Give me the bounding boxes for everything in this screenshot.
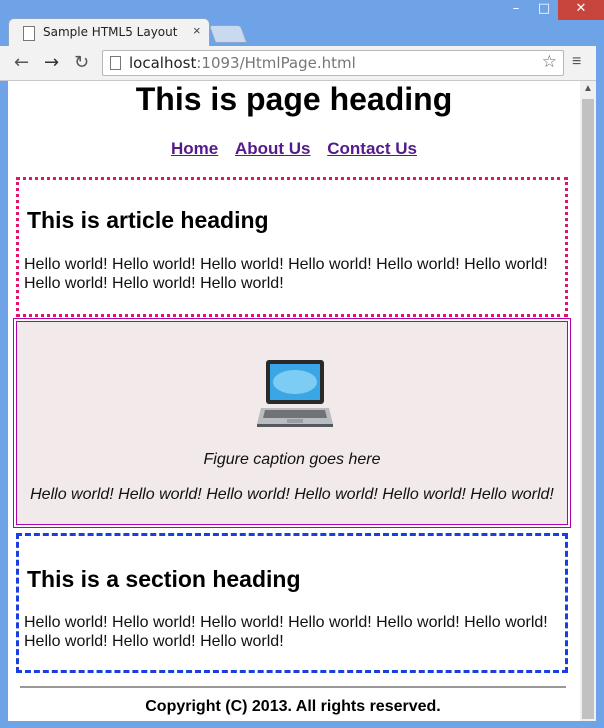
section-box: This is a section heading Hello world! H… — [16, 533, 568, 673]
window-border — [596, 46, 604, 728]
title-bar: Sample HTML5 Layout × – □ ✕ — [0, 0, 604, 47]
tab-title: Sample HTML5 Layout — [43, 25, 178, 39]
url-text[interactable]: localhost:1093/HtmlPage.html — [129, 54, 356, 72]
back-button[interactable]: ← — [14, 52, 29, 73]
close-window-button[interactable]: ✕ — [558, 0, 604, 20]
browser-window: Sample HTML5 Layout × – □ ✕ ← → ↻ localh… — [0, 0, 604, 728]
figure-caption: Figure caption goes here — [203, 451, 381, 468]
page-icon — [23, 26, 35, 41]
scrollbar-thumb[interactable] — [582, 99, 594, 719]
maximize-button[interactable]: □ — [530, 0, 558, 20]
footer: Copyright (C) 2013. All rights reserved. — [20, 686, 566, 715]
copyright-text: Copyright (C) 2013. All rights reserved. — [145, 698, 441, 715]
nav-link-contact-us[interactable]: Contact Us — [327, 139, 417, 158]
reload-button[interactable]: ↻ — [74, 52, 89, 73]
page-viewport: This is page heading Home About Us Conta… — [8, 81, 580, 721]
browser-toolbar: ← → ↻ localhost:1093/HtmlPage.html ☆ ≡ — [0, 46, 604, 81]
browser-tab[interactable]: Sample HTML5 Layout × — [8, 18, 210, 47]
vertical-scrollbar[interactable]: ▲ — [580, 81, 596, 721]
figure-box: Figure caption goes here Hello world! He… — [13, 318, 571, 528]
nav-bar: Home About Us Contact Us — [8, 139, 580, 159]
section-text: Hello world! Hello world! Hello world! H… — [24, 614, 548, 650]
bookmark-star-icon[interactable]: ☆ — [542, 52, 557, 72]
new-tab-button[interactable] — [208, 25, 248, 43]
forward-button[interactable]: → — [44, 52, 59, 73]
nav-link-home[interactable]: Home — [171, 139, 218, 158]
window-border — [0, 721, 604, 728]
nav-link-about-us[interactable]: About Us — [235, 139, 311, 158]
page-heading: This is page heading — [135, 81, 453, 117]
laptop-image — [257, 360, 333, 427]
scroll-up-icon[interactable]: ▲ — [583, 83, 593, 94]
address-bar[interactable]: localhost:1093/HtmlPage.html ☆ — [102, 50, 564, 76]
article-text: Hello world! Hello world! Hello world! H… — [24, 256, 548, 292]
page-icon — [110, 56, 121, 70]
tab-close-icon[interactable]: × — [193, 23, 201, 38]
minimize-button[interactable]: – — [502, 0, 530, 20]
article-heading: This is article heading — [27, 207, 269, 233]
menu-icon[interactable]: ≡ — [572, 53, 581, 71]
section-heading: This is a section heading — [27, 566, 301, 592]
figure-text: Hello world! Hello world! Hello world! H… — [30, 486, 554, 503]
article-box: This is article heading Hello world! Hel… — [16, 177, 568, 317]
